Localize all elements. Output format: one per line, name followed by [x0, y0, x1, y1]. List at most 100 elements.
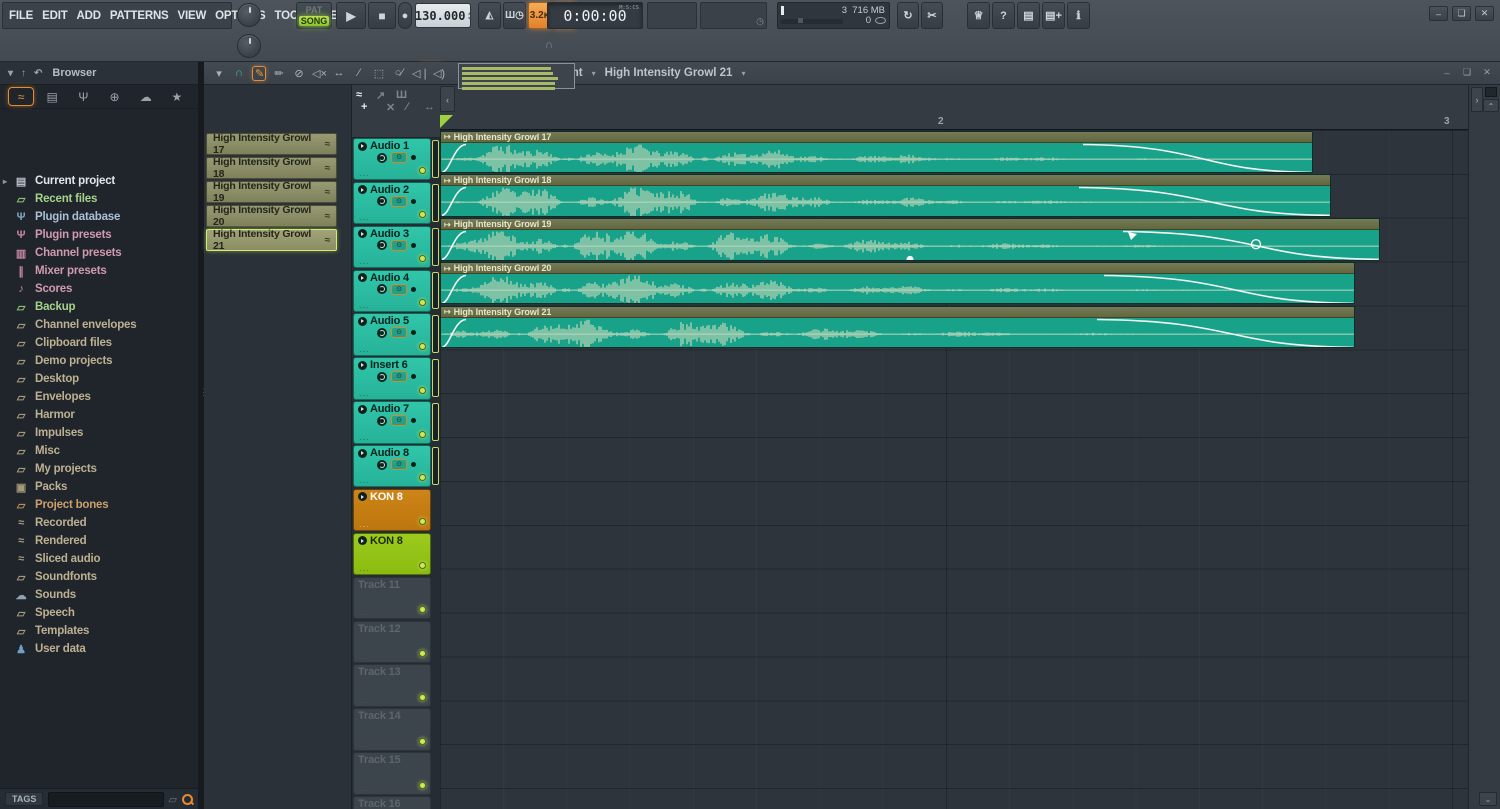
clip-header[interactable]: ↦ High Intensity Growl 20	[441, 263, 1354, 275]
zoom-tool-icon[interactable]: ○⁄	[392, 67, 406, 79]
track-options-dots[interactable]: ...	[359, 168, 370, 178]
mute-tool-icon[interactable]: ◁×	[312, 67, 327, 80]
metronome-button[interactable]: ◭	[478, 2, 501, 29]
browser-item-soundfonts[interactable]: ▱ Soundfonts	[0, 568, 198, 586]
collapse-caret-icon[interactable]: ▾	[8, 68, 13, 79]
browser-item-scores[interactable]: ♪ Scores	[0, 280, 198, 298]
playlist-minimize-button[interactable]: –	[1439, 66, 1455, 79]
slope-icon[interactable]: ∕	[406, 101, 408, 113]
track-mute-icon[interactable]	[377, 459, 387, 470]
track-header-6[interactable]: Insert 6 ⊙...	[353, 357, 431, 400]
browser-item-backup[interactable]: ▱ Backup	[0, 298, 198, 316]
save-button[interactable]: ▤	[1017, 2, 1040, 29]
main-volume-knob[interactable]	[237, 3, 261, 27]
track-select-led[interactable]	[419, 167, 426, 175]
track-lock-icon[interactable]: ⊙	[391, 371, 407, 383]
pattern-item[interactable]: High Intensity Growl 17 ≈	[206, 132, 337, 156]
browser-item-envelopes[interactable]: ▱ Envelopes	[0, 388, 198, 406]
track-mode-icon[interactable]	[358, 492, 367, 502]
menu-patterns[interactable]: PATTERNS	[110, 10, 169, 22]
track-mode-icon[interactable]	[358, 448, 367, 458]
browser-item-harmor[interactable]: ▱ Harmor	[0, 406, 198, 424]
slice-tool-icon[interactable]: ⁄	[352, 67, 366, 79]
tempo-display[interactable]: 130.000 ▴ ▾	[415, 3, 471, 28]
performance-strip[interactable]	[432, 271, 439, 310]
track-header-11[interactable]: Track 11...	[353, 576, 431, 620]
browser-item-templates[interactable]: ▱ Templates	[0, 622, 198, 640]
track-select-led[interactable]	[419, 298, 426, 306]
track-header-1[interactable]: Audio 1 ⊙...	[353, 138, 431, 181]
track-header-16[interactable]: Track 16...	[353, 796, 431, 809]
playlist-close-button[interactable]: ✕	[1479, 66, 1495, 79]
track-select-led[interactable]	[419, 693, 426, 701]
clip-header[interactable]: ↦ High Intensity Growl 18	[441, 175, 1330, 187]
song-label[interactable]: SONG	[299, 16, 329, 26]
track-options-dots[interactable]: ...	[359, 783, 370, 793]
browser-item-clipboard-files[interactable]: ▱ Clipboard files	[0, 334, 198, 352]
track-select-led[interactable]	[419, 211, 426, 219]
tab-cloud[interactable]: ☁	[133, 87, 159, 106]
browser-item-sounds[interactable]: ☁ Sounds	[0, 586, 198, 604]
playlist-grid[interactable]: ↦ High Intensity Growl 17 ↦ High Intensity …	[440, 130, 1468, 809]
playlist-restore-button[interactable]: ❏	[1459, 66, 1475, 79]
track-mode-icon[interactable]	[358, 141, 367, 151]
track-mute-icon[interactable]	[377, 240, 387, 251]
track-options-dots[interactable]: ...	[359, 432, 370, 442]
menu-add[interactable]: ADD	[77, 10, 102, 22]
track-options-dots[interactable]: ...	[359, 695, 370, 705]
search-icon[interactable]	[182, 793, 193, 805]
track-lock-icon[interactable]: ⊙	[391, 415, 407, 427]
browser-item-mixer-presets[interactable]: ∥ Mixer presets	[0, 262, 198, 280]
history-back-icon[interactable]: ↶	[34, 68, 42, 79]
performance-strip[interactable]	[432, 315, 439, 354]
tab-internet[interactable]: ⊕	[102, 87, 128, 106]
browser-item-channel-envelopes[interactable]: ▱ Channel envelopes	[0, 316, 198, 334]
performance-strip[interactable]	[432, 359, 439, 398]
pattern-item[interactable]: High Intensity Growl 20 ≈	[206, 204, 337, 228]
snap-magnet-icon[interactable]: ∩	[232, 67, 246, 79]
track-dot-icon[interactable]	[411, 286, 416, 292]
track-mode-icon[interactable]	[358, 404, 367, 414]
track-header-15[interactable]: Track 15...	[353, 752, 431, 795]
slip-tool-icon[interactable]: ↔	[332, 67, 346, 79]
preview-speaker-icon[interactable]: ◁)	[432, 67, 446, 80]
track-header-3[interactable]: Audio 3 ⊙...	[353, 225, 431, 269]
undo-button[interactable]: ↻	[897, 2, 919, 29]
track-header-14[interactable]: Track 14...	[353, 708, 431, 751]
audio-clip[interactable]: ↦ High Intensity Growl 21	[440, 305, 1355, 349]
menu-view[interactable]: VIEW	[178, 10, 207, 22]
track-select-led[interactable]	[419, 518, 426, 526]
track-dot-icon[interactable]	[411, 462, 416, 468]
track-mute-icon[interactable]	[377, 152, 387, 163]
playhead-marker[interactable]	[440, 115, 453, 128]
draw-tool-icon[interactable]: ✎	[252, 65, 266, 81]
performance-strip[interactable]	[432, 227, 439, 266]
browser-item-demo-projects[interactable]: ▱ Demo projects	[0, 352, 198, 370]
track-mute-icon[interactable]	[377, 196, 387, 207]
track-lock-icon[interactable]: ⊙	[391, 195, 407, 207]
stop-button[interactable]: ■	[368, 2, 396, 29]
performance-strip[interactable]	[432, 140, 439, 178]
tab-plugins[interactable]: Ψ	[70, 87, 96, 106]
track-lock-icon[interactable]: ⊙	[391, 327, 407, 339]
track-dot-icon[interactable]	[411, 374, 416, 380]
hresize-icon[interactable]: ↔	[424, 101, 435, 113]
content-audio-icon[interactable]: ≈	[356, 89, 362, 101]
track-lock-icon[interactable]: ⊙	[391, 239, 407, 251]
track-header-13[interactable]: Track 13...	[353, 664, 431, 707]
track-options-dots[interactable]: ...	[359, 475, 370, 485]
clip-header[interactable]: ↦ High Intensity Growl 19	[441, 219, 1379, 231]
browser-item-sliced-audio[interactable]: ≈ Sliced audio	[0, 550, 198, 568]
select-tool-icon[interactable]: ⬚	[372, 67, 386, 80]
scroll-down-button[interactable]: ⌄	[1479, 792, 1497, 806]
tags-button[interactable]: TAGS	[5, 792, 44, 806]
cut-tool-button[interactable]: ✂	[921, 2, 943, 29]
tab-audio[interactable]: ≈	[8, 87, 34, 106]
track-mute-icon[interactable]	[377, 284, 387, 295]
track-dot-icon[interactable]	[411, 330, 416, 336]
minimize-button[interactable]: –	[1429, 6, 1448, 21]
track-options-dots[interactable]: ...	[359, 563, 370, 573]
record-button[interactable]: ●	[398, 2, 412, 29]
track-options-dots[interactable]: ...	[359, 256, 370, 266]
search-input[interactable]	[48, 791, 164, 807]
